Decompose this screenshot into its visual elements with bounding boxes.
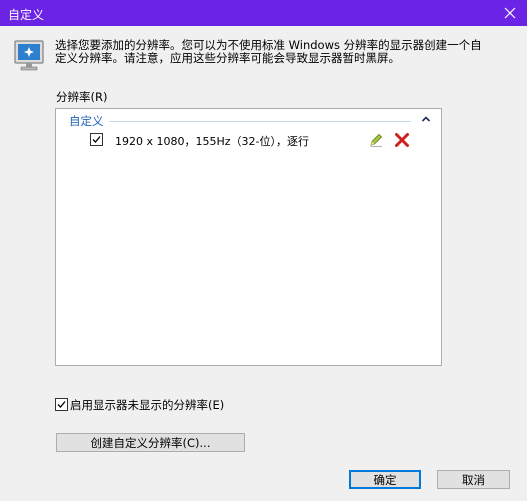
title-bar: 自定义 (0, 0, 527, 26)
group-header-divider (109, 121, 411, 122)
chevron-up-icon[interactable] (419, 112, 433, 126)
intro-text: 选择您要添加的分辨率。您可以为不使用标准 Windows 分辨率的显示器创建一个… (55, 39, 510, 65)
group-header-label: 自定义 (69, 114, 104, 128)
group-header-custom[interactable]: 自定义 (69, 112, 433, 128)
resolution-item-label: 1920 x 1080，155Hz（32-位），逐行 (115, 135, 309, 148)
monitor-icon (14, 40, 44, 71)
enable-unexposed-checkbox[interactable] (55, 398, 68, 411)
close-button[interactable] (493, 0, 527, 26)
resolution-checkbox[interactable] (90, 133, 103, 146)
cancel-button[interactable]: 取消 (437, 470, 510, 489)
resolution-listbox[interactable]: 自定义 1920 x 1080，155Hz（32-位），逐行 (55, 108, 442, 366)
list-item[interactable]: 1920 x 1080，155Hz（32-位），逐行 (90, 132, 414, 148)
pencil-icon[interactable] (368, 132, 384, 148)
delete-x-icon[interactable] (394, 132, 410, 148)
resolution-list-label: 分辨率(R) (56, 90, 108, 104)
create-custom-resolution-button[interactable]: 创建自定义分辨率(C)... (56, 433, 245, 452)
checkmark-icon (92, 136, 101, 143)
close-icon (504, 7, 516, 19)
enable-unexposed-label[interactable]: 启用显示器未显示的分辨率(E) (70, 397, 224, 413)
window-title: 自定义 (8, 8, 45, 22)
intro-line-2: 定义分辨率。请注意，应用这些分辨率可能会导致显示器暂时黑屏。 (55, 51, 400, 65)
checkmark-icon (57, 401, 66, 408)
ok-button[interactable]: 确定 (349, 470, 421, 489)
